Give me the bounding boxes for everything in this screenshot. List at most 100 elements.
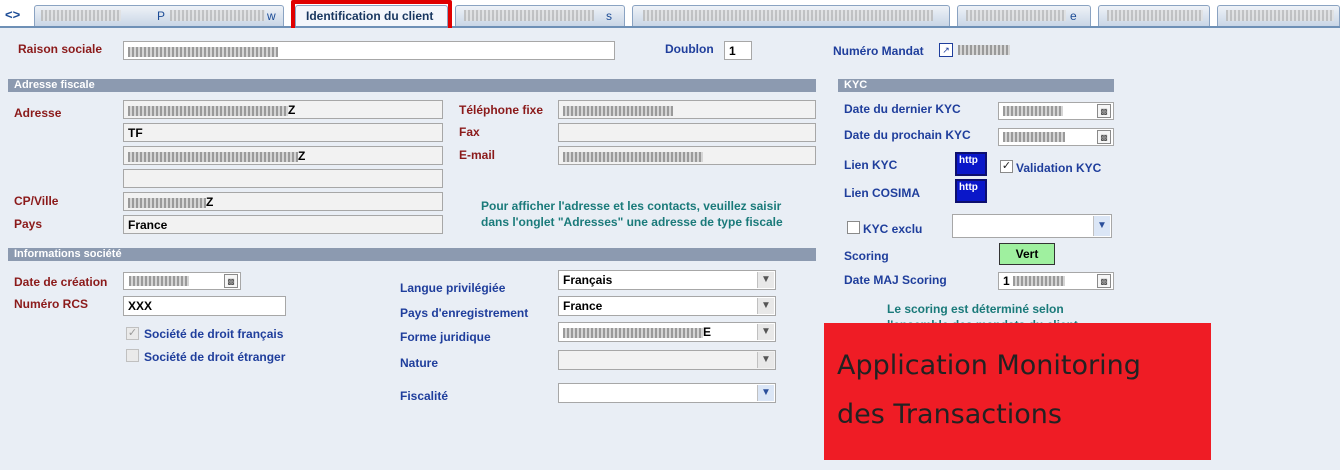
fiscalite-select[interactable]: ▼	[558, 383, 776, 403]
adresse-info-note: Pour afficher l'adresse et les contacts,…	[481, 198, 783, 230]
blurred-text	[128, 197, 206, 208]
note-line: Le scoring est déterminé selon	[887, 302, 1064, 316]
chevron-down-icon: ▼	[757, 272, 774, 288]
blurred-text	[966, 10, 1066, 21]
adresse-line-3[interactable]: Z	[123, 146, 443, 165]
fiscalite-label: Fiscalité	[400, 389, 449, 403]
cp-ville-label: CP/Ville	[14, 194, 59, 208]
mandat-link-icon[interactable]: ↗	[939, 43, 953, 57]
tab-blurred-3[interactable]	[632, 5, 950, 26]
blurred-text	[1107, 10, 1203, 21]
kyc-exclu-checkbox[interactable]	[847, 221, 860, 234]
raison-sociale-field[interactable]	[123, 41, 615, 60]
scoring-badge: Vert	[999, 243, 1055, 265]
blurred-text	[41, 10, 121, 21]
lien-cosima-button[interactable]: http	[955, 179, 987, 203]
blurred-text	[1003, 132, 1065, 142]
pays-label: Pays	[14, 217, 43, 231]
forme-juridique-select[interactable]: E ▼	[558, 322, 776, 342]
adresse-line-2[interactable]: TF	[123, 123, 443, 142]
date-maj-prefix: 1	[1003, 274, 1010, 288]
kyc-exclu-select[interactable]: ▼	[952, 214, 1112, 238]
chevron-down-icon: ▼	[1093, 216, 1110, 236]
kyc-section: KYC	[838, 79, 1114, 92]
pays-enregistrement-select[interactable]: France ▼	[558, 296, 776, 316]
overlay-line-2: des Transactions	[837, 399, 1062, 430]
chevron-down-icon: ▼	[757, 385, 774, 401]
pays-field[interactable]: France	[123, 215, 443, 234]
note-line: Pour afficher l'adresse et les contacts,…	[481, 199, 782, 213]
tab-label-fragment: e	[1070, 9, 1077, 23]
email-field[interactable]	[558, 146, 816, 165]
numero-rcs-label: Numéro RCS	[14, 297, 89, 311]
doublon-field[interactable]: 1	[724, 41, 752, 60]
tab-blurred-1[interactable]: P w	[34, 5, 284, 26]
blurred-text	[464, 10, 594, 21]
numero-mandat-value	[958, 45, 1010, 55]
fax-field[interactable]	[558, 123, 816, 142]
blurred-text	[1013, 276, 1065, 286]
informations-societe-section: Informations société	[8, 248, 816, 261]
numero-rcs-field[interactable]: XXX	[123, 296, 286, 316]
raison-sociale-label: Raison sociale	[18, 42, 103, 56]
blurred-text	[563, 151, 703, 162]
dernier-kyc-field[interactable]: ▩	[998, 102, 1114, 120]
blurred-text	[1003, 106, 1063, 116]
date-creation-label: Date de création	[14, 275, 108, 289]
lien-kyc-button[interactable]: http	[955, 152, 987, 176]
forme-juridique-label: Forme juridique	[400, 330, 491, 344]
tab-label-fragment: s	[606, 9, 612, 23]
lien-cosima-label: Lien COSIMA	[844, 186, 921, 200]
tab-blurred-5[interactable]	[1098, 5, 1210, 26]
numero-mandat-label: Numéro Mandat	[833, 44, 924, 58]
blurred-text	[129, 276, 189, 286]
fax-label: Fax	[459, 125, 480, 139]
calendar-icon[interactable]: ▩	[1097, 274, 1111, 288]
langue-select[interactable]: Français ▼	[558, 270, 776, 290]
telephone-label: Téléphone fixe	[459, 103, 544, 117]
date-maj-scoring-field[interactable]: 1 ▩	[998, 272, 1114, 290]
calendar-icon[interactable]: ▩	[1097, 104, 1111, 118]
droit-etranger-checkbox	[126, 349, 139, 362]
calendar-icon[interactable]: ▩	[224, 274, 238, 288]
blurred-text	[128, 151, 298, 162]
nature-label: Nature	[400, 356, 439, 370]
blurred-text	[643, 10, 933, 21]
adresse-line-4[interactable]	[123, 169, 443, 188]
tab-blurred-4[interactable]: e	[957, 5, 1091, 26]
blurred-text	[563, 327, 703, 338]
validation-kyc-checkbox[interactable]: ✓	[1000, 160, 1013, 173]
blurred-text	[563, 105, 673, 116]
prochain-kyc-field[interactable]: ▩	[998, 128, 1114, 146]
note-line: dans l'onglet "Adresses" une adresse de …	[481, 215, 783, 229]
pays-enregistrement-label: Pays d'enregistrement	[400, 306, 529, 320]
prochain-kyc-label: Date du prochain KYC	[844, 128, 971, 142]
calendar-icon[interactable]: ▩	[1097, 130, 1111, 144]
date-maj-scoring-label: Date MAJ Scoring	[844, 273, 947, 287]
select-value: Français	[563, 273, 613, 287]
email-label: E-mail	[459, 148, 496, 162]
nature-select[interactable]: ▼	[558, 350, 776, 370]
tab-blurred-2[interactable]: s	[455, 5, 625, 26]
tab-scroll-arrows-icon[interactable]: <>	[5, 7, 20, 22]
droit-francais-checkbox: ✓	[126, 327, 139, 340]
doublon-label: Doublon	[665, 42, 714, 56]
droit-etranger-label: Société de droit étranger	[144, 350, 286, 364]
blurred-text	[1226, 10, 1334, 21]
telephone-field[interactable]	[558, 100, 816, 119]
adresse-fiscale-section: Adresse fiscale	[8, 79, 816, 92]
blurred-text	[128, 105, 288, 116]
blurred-text	[170, 10, 265, 21]
scoring-label: Scoring	[844, 249, 889, 263]
tab-blurred-6[interactable]	[1217, 5, 1340, 26]
blurred-text	[128, 46, 278, 57]
cp-ville-field[interactable]: Z	[123, 192, 443, 211]
tab-label-fragment: P	[157, 9, 166, 23]
adresse-label: Adresse	[14, 106, 62, 120]
langue-label: Langue privilégiée	[400, 281, 506, 295]
date-creation-field[interactable]: ▩	[123, 272, 241, 290]
droit-francais-label: Société de droit français	[144, 327, 284, 341]
adresse-line-1[interactable]: Z	[123, 100, 443, 119]
chevron-down-icon: ▼	[757, 352, 774, 368]
dernier-kyc-label: Date du dernier KYC	[844, 102, 961, 116]
